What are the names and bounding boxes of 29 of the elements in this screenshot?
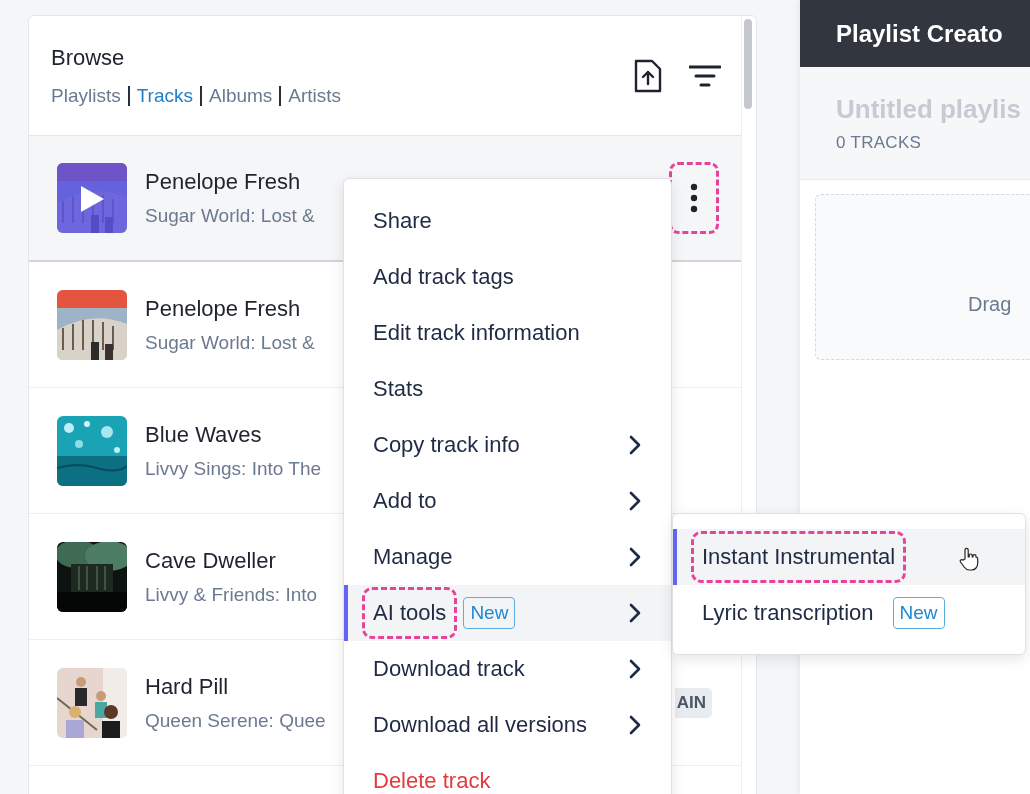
track-title: Cave Dweller [145,547,276,574]
menu-label: Lyric transcription [701,599,875,627]
menu-label: Manage [372,543,454,571]
track-title: Blue Waves [145,421,262,448]
menu-label: Instant Instrumental [691,531,907,583]
track-count: 0 TRACKS [836,133,923,153]
track-title: Penelope Fresh [145,169,301,195]
new-badge: New [463,597,516,629]
track-title: Penelope Fresh [145,295,301,322]
menu-label: Add to [372,487,438,515]
track-subtitle: Livvy & Friends: Into [145,583,318,606]
menu-label: Copy track info [372,431,521,459]
menu-label: Share [372,207,433,235]
menu-label: Download track [372,655,526,683]
tag: AIN [674,687,712,718]
track-subtitle: Sugar World: Lost & [145,205,315,227]
track-subtitle: Livvy Sings: Into The [145,457,322,480]
panel-title: Browse [51,44,126,71]
track-subtitle: Sugar World: Lost & [145,331,315,354]
menu-label: Add track tags [372,263,515,291]
new-badge: New [892,597,945,629]
menu-label: Download all versions [372,711,588,739]
drop-hint: Drag [968,293,1012,315]
menu-label: Delete track [372,767,492,794]
track-subtitle: Queen Serene: Quee [145,709,326,732]
menu-label: Edit track information [372,319,581,347]
track-title: Hard Pill [145,673,229,700]
menu-label: AI tools [362,587,458,639]
panel-title: Playlist Creato [836,19,1003,48]
